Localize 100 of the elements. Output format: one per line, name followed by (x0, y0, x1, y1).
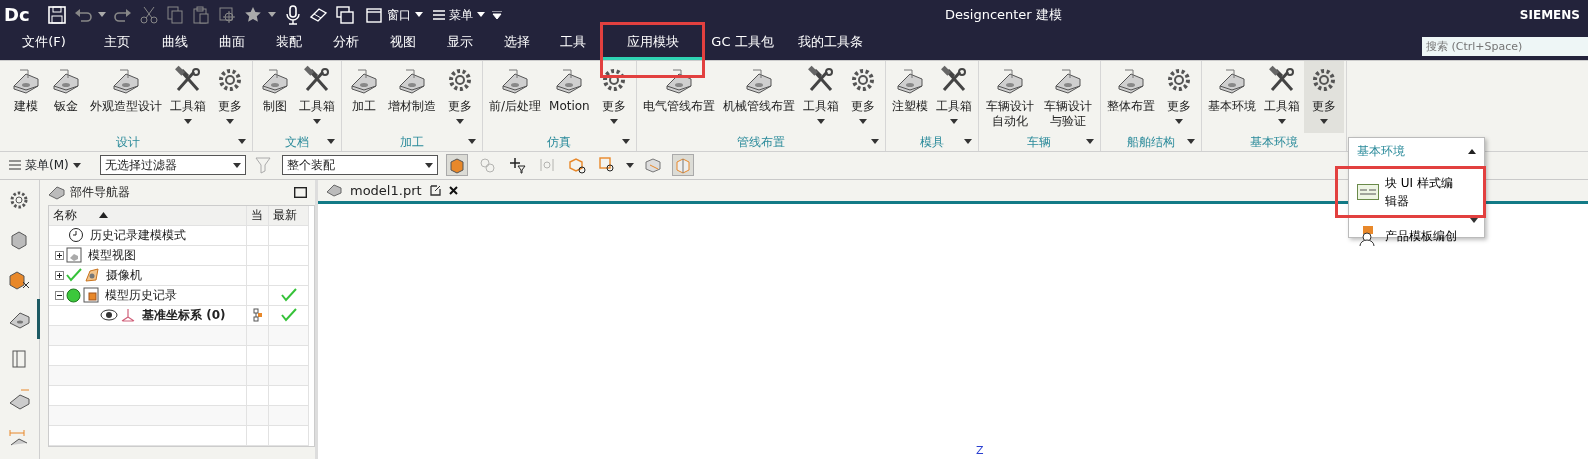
menu-button[interactable]: 菜单(M) (8, 155, 82, 176)
scroll-up-icon[interactable] (1468, 148, 1476, 154)
caret-icon (313, 118, 321, 124)
dropdown-field[interactable]: 无选择过滤器 (99, 155, 246, 176)
table-cell (247, 405, 269, 426)
ribbon-tab[interactable]: 显示 (431, 29, 488, 60)
ribbon-command[interactable]: 工具箱 (295, 60, 339, 133)
ribbon-tab[interactable]: GC 工具包 (705, 29, 780, 60)
ribbon-command[interactable]: 更多 (210, 60, 250, 133)
dropdown-field[interactable]: 整个装配 (281, 155, 438, 176)
ribbon-tab[interactable]: 视图 (374, 29, 431, 60)
column-header[interactable]: 名称 (49, 205, 247, 226)
menu-item[interactable]: 产品模板编创 (1351, 224, 1469, 248)
ribbon-tab[interactable]: 分析 (317, 29, 374, 60)
launcher-icon[interactable] (468, 139, 476, 145)
table-cell (269, 425, 309, 446)
launcher-icon[interactable] (238, 139, 246, 145)
launcher-icon[interactable] (327, 139, 335, 145)
ribbon-command[interactable]: 增材制造 (384, 60, 440, 133)
tree-node-label[interactable]: 历史记录建模模式 (90, 226, 186, 245)
ribbon-command[interactable]: 工具箱 (931, 60, 976, 133)
toggle-button[interactable] (671, 154, 694, 177)
ribbon-tab[interactable]: 工具 (545, 29, 600, 60)
window-menu[interactable]: 窗口 (363, 4, 424, 25)
launcher-icon[interactable] (1186, 139, 1195, 145)
popout-icon[interactable] (429, 184, 441, 197)
column-header[interactable]: 最新 (269, 205, 309, 226)
expander-icon[interactable] (55, 290, 64, 300)
close-icon[interactable] (448, 185, 458, 195)
tree-node-label[interactable]: 基准坐标系 (0) (142, 306, 226, 325)
customize-icon[interactable] (491, 10, 502, 19)
ribbon-tab[interactable]: 曲线 (146, 29, 203, 60)
ribbon-tab[interactable]: 文件(F) (0, 29, 88, 60)
ribbon-command[interactable]: 更多 (1158, 60, 1199, 133)
tree-node-label[interactable]: 摄像机 (106, 266, 142, 285)
square-point-icon (597, 156, 616, 175)
menu-header: 基本环境 (1357, 143, 1405, 160)
ribbon-command[interactable]: 外观造型设计 (86, 60, 166, 133)
ribbon-command[interactable]: 建模 (6, 60, 46, 133)
table-cell (247, 365, 269, 386)
save-icon[interactable] (45, 3, 68, 26)
ribbon-command[interactable]: 制图 (255, 60, 295, 133)
ribbon-command[interactable]: 电气管线布置 (638, 60, 719, 133)
ribbon-tab[interactable]: 主页 (88, 29, 146, 60)
search-field[interactable]: 搜索 (Ctrl+Space) (1422, 36, 1588, 56)
eye-icon[interactable] (100, 309, 118, 322)
ribbon-tab[interactable]: 选择 (488, 29, 545, 60)
ribbon-command[interactable]: 工具箱 (798, 60, 843, 133)
expander-icon[interactable] (55, 270, 64, 280)
ribbon-command[interactable]: 机械管线布置 (718, 60, 799, 133)
caret-icon (267, 12, 276, 18)
ribbon-tab[interactable]: 我的工具条 (780, 29, 880, 60)
launcher-icon[interactable] (1085, 139, 1094, 145)
ribbon-tab[interactable]: 曲面 (203, 29, 260, 60)
scroll-down-icon[interactable] (1470, 218, 1478, 223)
ribbon-command[interactable]: 更多 (1303, 60, 1344, 133)
expander-icon[interactable] (55, 250, 64, 260)
launcher-icon[interactable] (621, 139, 630, 145)
ribbon-command[interactable]: Motion (545, 60, 594, 133)
wire-cube-icon (673, 156, 692, 175)
caret-icon (625, 162, 634, 168)
ribbon-command[interactable]: 车辆设计与验证 (1039, 60, 1098, 133)
ribbon-command[interactable]: 注塑模 (887, 60, 932, 133)
section-cube-icon (643, 156, 662, 175)
tree-node-label[interactable]: 模型视图 (88, 246, 136, 265)
group-label: 加工 (400, 133, 424, 151)
group-label: 文档 (285, 133, 309, 151)
column-header[interactable]: 当 (247, 205, 269, 226)
view-icon (66, 247, 82, 264)
table-cell (269, 385, 309, 406)
brand-logo: SIEMENS (1519, 6, 1580, 24)
ribbon-command[interactable]: 钣金 (46, 60, 86, 133)
ribbon-command[interactable]: 基本环境 (1203, 60, 1260, 133)
caret-icon (424, 162, 433, 168)
tree-node-label[interactable]: 模型历史记录 (105, 286, 177, 305)
launcher-icon[interactable] (963, 139, 972, 145)
caret-icon (609, 118, 618, 124)
ribbon-command[interactable]: 更多 (593, 60, 634, 133)
ribbon-command[interactable]: 更多 (440, 60, 480, 133)
ribbon-command[interactable]: 工具箱 (166, 60, 210, 133)
ribbon-command[interactable]: 整体布置 (1102, 60, 1159, 133)
menu-button[interactable]: 菜单 (431, 4, 486, 25)
caret-icon (456, 118, 464, 124)
clock-icon (68, 227, 84, 244)
ribbon-tab[interactable]: 应用模块 (603, 29, 702, 60)
ribbon-command[interactable]: 车辆设计自动化 (980, 60, 1040, 133)
ribbon-command[interactable]: 工具箱 (1259, 60, 1304, 133)
windows-icon[interactable] (333, 3, 356, 26)
menu-item[interactable]: 块 UI 样式编辑器 (1351, 172, 1469, 212)
ribbon-command[interactable]: 前/后处理 (485, 60, 546, 133)
ribbon-command[interactable]: 更多 (842, 60, 883, 133)
table-cell (269, 405, 309, 426)
toggle-button[interactable] (445, 154, 468, 177)
maximize-icon[interactable] (294, 186, 307, 198)
ribbon-command[interactable]: 加工 (344, 60, 384, 133)
status-ball-icon (66, 287, 81, 303)
window-icon (364, 5, 383, 24)
ribbon-tab[interactable]: 装配 (260, 29, 317, 60)
datum-icon (120, 307, 136, 324)
launcher-icon[interactable] (870, 139, 879, 145)
